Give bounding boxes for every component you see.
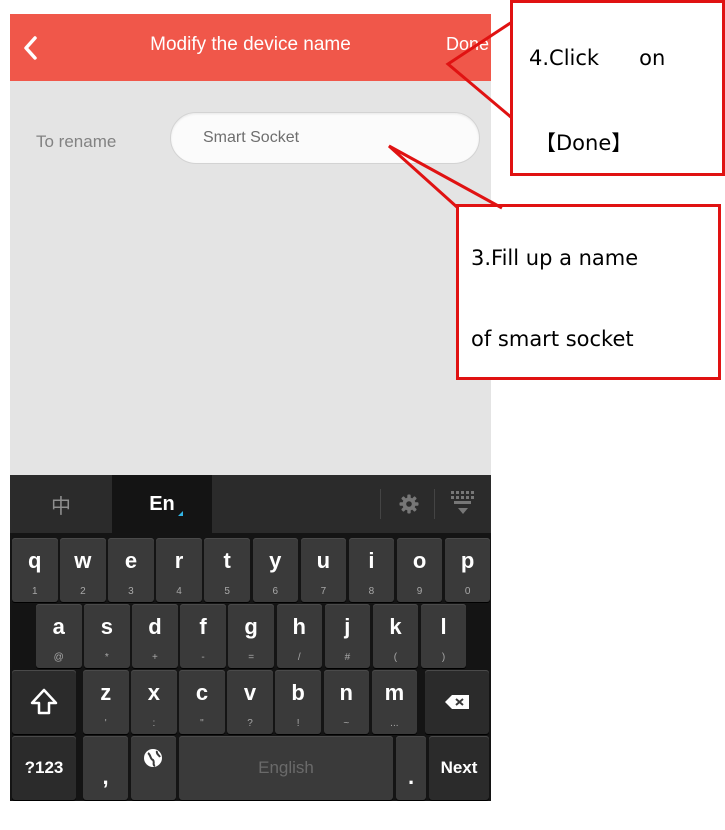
pointer-step-4 (445, 20, 513, 120)
pointer-step-3 (387, 144, 503, 210)
annotation-pointers (387, 20, 513, 210)
